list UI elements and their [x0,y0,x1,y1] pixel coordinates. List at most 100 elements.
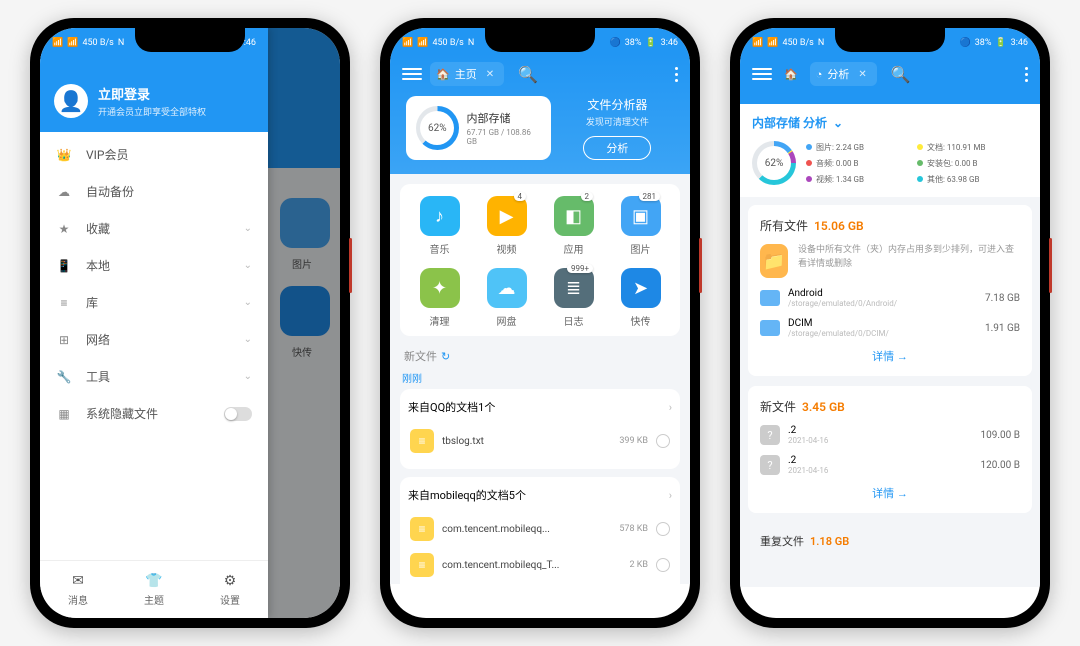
file-name: com.tencent.mobileqq... [442,524,611,535]
tab-analyze[interactable]: ◔ 分析 ✕ [810,62,877,86]
legend-dot [917,176,923,182]
new-file-row[interactable]: ?.22021-04-16120.00 B [760,455,1020,475]
category-label: 快传 [631,313,651,328]
drawer-item[interactable]: ⊞网络⌄ [40,321,268,358]
drawer-item[interactable]: ★收藏⌄ [40,210,268,247]
details-link[interactable]: 详情 → [760,348,1020,364]
close-icon[interactable]: ✕ [486,69,494,80]
drawer-item[interactable]: ≡库⌄ [40,284,268,321]
file-name: tbslog.txt [442,436,611,447]
menu-icon: 📱 [56,259,72,273]
drawer-header[interactable]: 👤 立即登录 开通会员立即享受全部特权 [40,54,268,132]
count-badge: 2 [581,192,594,201]
hamburger-icon[interactable] [752,68,772,80]
legend-dot [917,160,923,166]
file-row[interactable]: ≡com.tencent.mobileqq_T...2 KB [408,547,672,583]
file-row[interactable]: ≡com.tencent.mobileqq_t...90 KB [408,583,672,584]
footer-icon: ✉ [72,573,84,589]
chevron-down-icon: ⌄ [244,260,252,271]
more-icon[interactable] [675,67,678,82]
search-icon[interactable]: 🔍 [891,65,911,84]
category-item[interactable]: ☁网盘 [473,268,540,328]
toggle-switch[interactable] [224,407,252,421]
chevron-right-icon[interactable]: › [669,489,672,502]
footer-item[interactable]: 👕主题 [116,561,192,618]
chevron-right-icon[interactable]: › [669,401,672,414]
file-size: 120.00 B [981,460,1020,471]
category-item[interactable]: ▶视频4 [473,196,540,256]
footer-label: 主题 [144,592,164,607]
legend-item: 其他: 63.98 GB [917,174,1028,185]
more-icon[interactable] [1025,67,1028,82]
phone-1: 图片 快传 📶📶450 B/sN 🔵38%🔋3:46 👤 立即登录 开通会员立即… [30,18,350,628]
category-label: 网盘 [497,313,517,328]
checkbox[interactable] [656,434,670,448]
footer-label: 消息 [68,592,88,607]
folder-row[interactable]: DCIM/storage/emulated/0/DCIM/1.91 GB [760,318,1020,338]
phone-3: 📶📶450 B/sN 🔵38%🔋3:46 🏠 ◔ 分析 ✕ 🔍 内部存储 分析⌄… [730,18,1050,628]
file-size: 109.00 B [981,430,1020,441]
legend-label: 视频: 1.34 GB [816,174,864,185]
category-item[interactable]: ➤快传 [607,268,674,328]
footer-item[interactable]: ⚙设置 [192,561,268,618]
close-icon[interactable]: ✕ [858,69,866,80]
file-icon: ? [760,455,780,475]
storage-card[interactable]: 62% 内部存储 67.71 GB / 108.86 GB [406,96,551,160]
drawer-item[interactable]: 📱本地⌄ [40,247,268,284]
file-icon: ? [760,425,780,445]
file-size: 2 KB [629,560,648,570]
drawer-item[interactable]: ☁自动备份 [40,173,268,210]
file-group-mobileqq: 来自mobileqq的文档5个› ≡com.tencent.mobileqq..… [400,477,680,584]
time-label: 刚刚 [402,370,678,385]
footer-item[interactable]: ✉ 消息 [40,561,116,618]
category-icon: ≣ [554,268,594,308]
category-label: 清理 [430,313,450,328]
legend-label: 图片: 2.24 GB [816,142,864,153]
dup-files-card: 重复文件1.18 GB [748,523,1032,549]
dropdown-icon[interactable]: ⌄ [833,116,843,130]
file-row[interactable]: ≡tbslog.txt399 KB [408,423,672,459]
checkbox[interactable] [656,522,670,536]
menu-label: VIP会员 [86,146,128,163]
folder-row[interactable]: Android/storage/emulated/0/Android/7.18 … [760,288,1020,308]
chevron-down-icon: ⌄ [244,334,252,345]
avatar-icon: 👤 [54,84,88,118]
category-item[interactable]: ✦清理 [406,268,473,328]
menu-icon: ▦ [56,407,72,421]
page-subtitle: 内部存储 分析⌄ [740,104,1040,135]
file-name: .2 [788,455,828,466]
drawer-item[interactable]: ▦ 系统隐藏文件 [40,395,268,432]
category-icon: ◧ [554,196,594,236]
menu-label: 自动备份 [86,183,134,200]
legend-dot [917,144,923,150]
hamburger-icon[interactable] [402,68,422,80]
refresh-icon[interactable]: ↻ [441,350,450,363]
analyze-button[interactable]: 分析 [583,136,651,160]
category-icon: ▣ [621,196,661,236]
category-item[interactable]: ≣日志999+ [540,268,607,328]
menu-label: 系统隐藏文件 [86,405,158,422]
category-item[interactable]: ◧应用2 [540,196,607,256]
drawer-item[interactable]: 👑VIP会员 [40,136,268,173]
folder-size: 7.18 GB [985,293,1020,304]
tab-home[interactable]: 🏠 [780,64,802,85]
file-icon: ≡ [410,429,434,453]
category-item[interactable]: ♪音乐 [406,196,473,256]
new-file-row[interactable]: ?.22021-04-16109.00 B [760,425,1020,445]
file-row[interactable]: ≡com.tencent.mobileqq...578 KB [408,511,672,547]
menu-label: 收藏 [86,220,110,237]
drawer-item[interactable]: 🔧工具⌄ [40,358,268,395]
category-label: 应用 [564,241,584,256]
legend-item: 音频: 0.00 B [806,158,917,169]
search-icon[interactable]: 🔍 [518,65,538,84]
legend-label: 文档: 110.91 MB [927,142,985,153]
category-item[interactable]: ▣图片281 [607,196,674,256]
legend-item: 文档: 110.91 MB [917,142,1028,153]
tab-home[interactable]: 🏠 主页 ✕ [430,62,504,86]
checkbox[interactable] [656,558,670,572]
details-link[interactable]: 详情 → [760,485,1020,501]
pie-icon: ◔ [816,68,823,81]
phone-2: 📶📶450 B/sN 🔵38%🔋3:46 🏠 主页 ✕ 🔍 62% 内部存储 6… [380,18,700,628]
chevron-down-icon: ⌄ [244,371,252,382]
section-title-new: 新文件 [404,348,437,364]
